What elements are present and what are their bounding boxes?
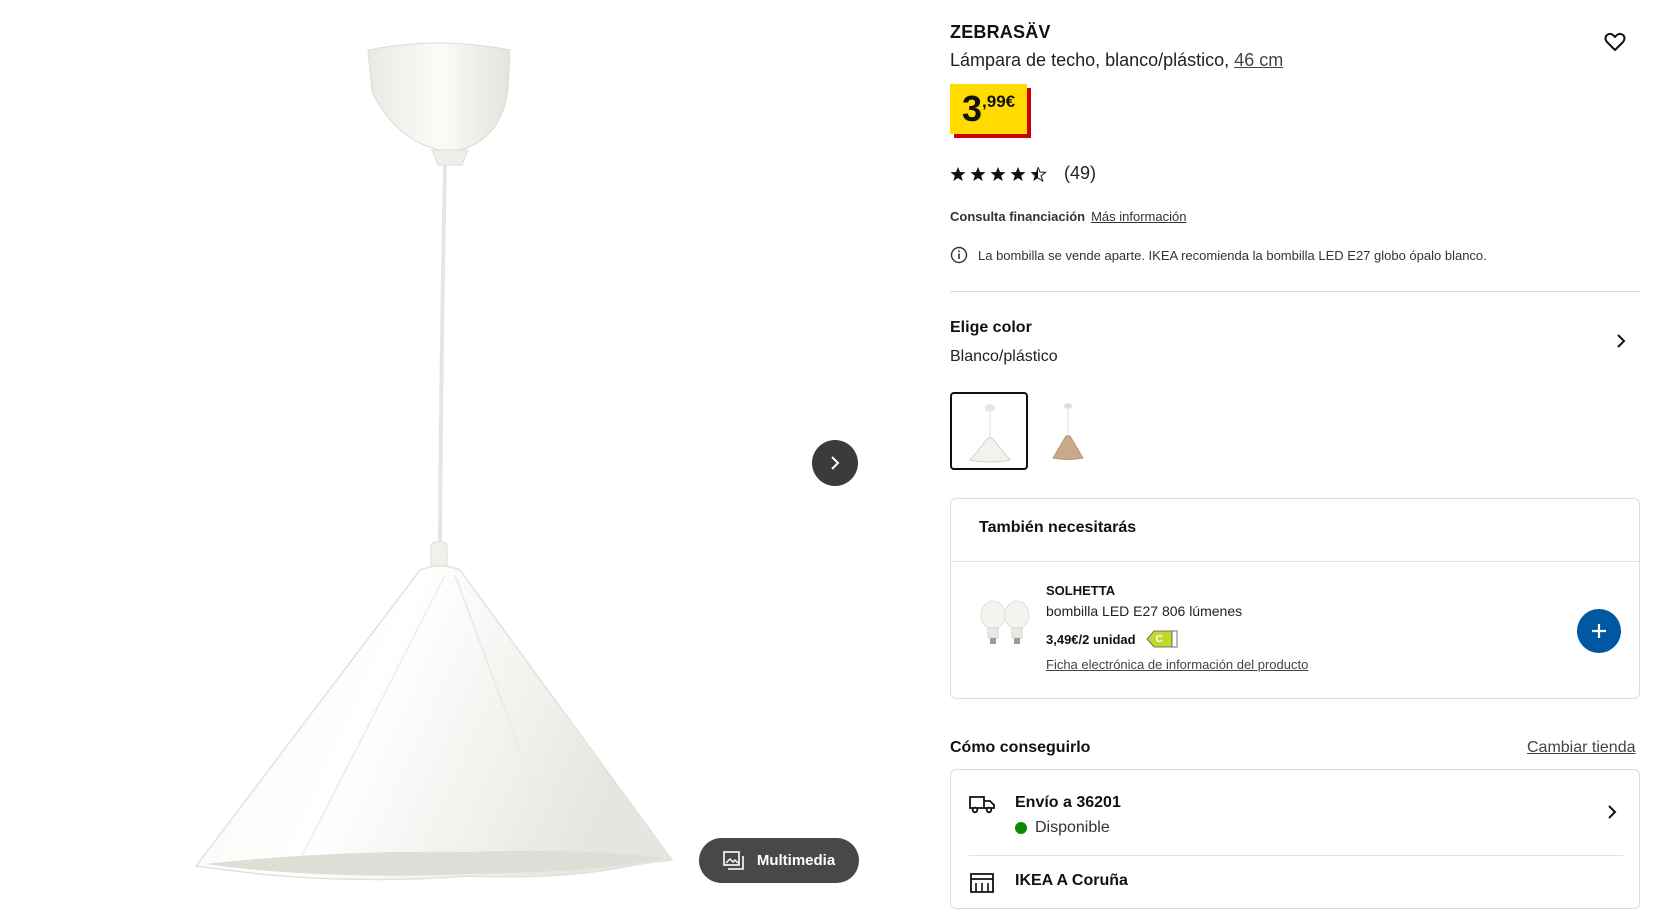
bulb-note: La bombilla se vende aparte. IKEA recomi… [950,246,1487,264]
store-title: IKEA A Coruña [1015,872,1128,889]
available-dot-icon [1015,822,1027,834]
price-integer: 3 [962,88,983,129]
divider [969,855,1623,856]
bulb-product-image [980,600,1030,644]
product-name: ZEBRASÄV [950,22,1051,42]
accessory-price-row: 3,49€/2 unidad C [1046,630,1177,648]
truck-icon [969,796,995,814]
info-icon [950,246,968,264]
product-image [194,42,674,881]
delivery-status: Disponible [1015,819,1110,837]
store-icon [970,873,994,893]
white-lamp-thumbnail [969,404,1011,463]
availability-box: Envío a 36201 Disponible IKEA A Coruña [950,769,1640,909]
plus-icon [1592,624,1606,638]
product-measure-link[interactable]: 46 cm [1234,50,1283,70]
product-description-text: Lámpara de techo, blanco/plástico, [950,50,1235,70]
rating[interactable]: (49) [950,163,1096,184]
multimedia-label: Multimedia [756,852,836,869]
color-section-title: Elige color [950,319,1032,336]
chevron-right-icon [1608,805,1617,819]
selected-color: Blanco/plástico [950,348,1058,365]
finance-more-info-link[interactable]: Más información [1091,209,1186,224]
finance-label: Consulta financiación [950,209,1086,224]
bulb-note-text: La bombilla se vende aparte. IKEA recomi… [978,247,1487,263]
accessory-price: 3,49€/2 unidad [1046,631,1136,647]
beige-lamp-thumbnail [1052,403,1084,460]
chevron-right-icon [1617,334,1626,348]
color-swatch-beige[interactable] [1030,392,1108,470]
financing-info: Consulta financiación Más información [950,209,1186,224]
color-swatch-white[interactable] [950,392,1028,470]
price-tag: 3 ,99€ [950,84,1028,134]
wishlist-button[interactable] [1603,30,1633,60]
delivery-status-text: Disponible [1035,819,1110,836]
gallery-icon [723,850,744,870]
divider [950,291,1640,292]
next-image-button[interactable] [812,440,858,486]
product-description: Lámpara de techo, blanco/plástico, 46 cm [950,50,1283,71]
accessory-box: También necesitarás SOLHETTA bombilla LE… [950,498,1640,699]
energy-label-badge[interactable]: C [1146,630,1177,648]
accessory-name: SOLHETTA [1046,583,1116,598]
delivery-title: Envío a 36201 [1015,794,1121,811]
multimedia-button[interactable]: Multimedia [699,838,859,883]
product-gallery: Multimedia [0,0,880,897]
rating-count: (49) [1064,163,1097,183]
heart-icon [1604,32,1626,51]
add-accessory-button[interactable] [1577,609,1621,653]
store-option[interactable]: IKEA A Coruña [969,868,1619,908]
availability-title: Cómo conseguirlo [950,739,1091,756]
energy-class-letter: C [1155,633,1163,645]
accessory-section-title: También necesitarás [979,519,1137,536]
price-decimal: ,99€ [982,92,1016,111]
change-store-link[interactable]: Cambiar tienda [1527,739,1636,757]
product-info-sheet-link[interactable]: Ficha electrónica de información del pro… [1046,657,1308,672]
color-selector-button[interactable] [1613,333,1629,354]
accessory-description: bombilla LED E27 806 lúmenes [1046,603,1243,619]
star-rating-icon [950,166,1047,182]
delivery-option[interactable]: Envío a 36201 Disponible [969,790,1619,848]
chevron-right-icon [831,456,840,470]
divider [951,561,1639,562]
